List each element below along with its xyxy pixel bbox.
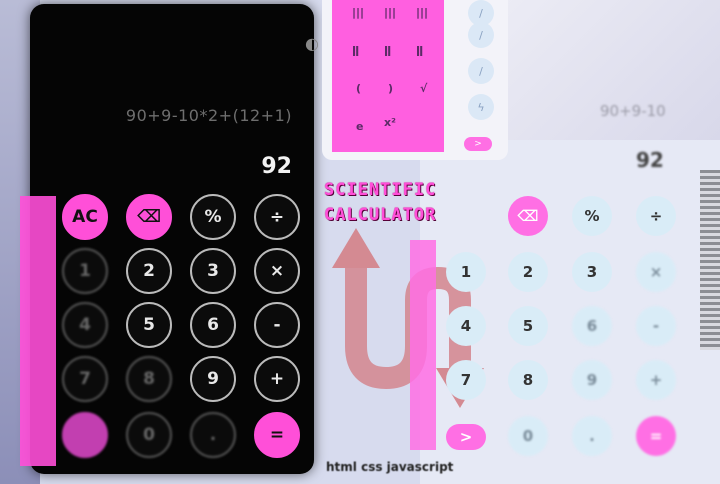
light-key[interactable]: % — [572, 196, 612, 236]
light-key[interactable]: 1 — [446, 252, 486, 292]
sci-circle-button[interactable]: / — [468, 22, 494, 48]
sci-key-blur[interactable]: ||| — [416, 6, 428, 19]
light-pink-bar — [410, 240, 436, 450]
dark-key[interactable]: × — [254, 248, 300, 294]
sci-circle-button[interactable]: / — [468, 58, 494, 84]
light-key[interactable]: ⌫ — [508, 196, 548, 236]
light-key[interactable]: 4 — [446, 306, 486, 346]
sci-key-blur[interactable]: ||| — [352, 6, 364, 19]
footer-caption: html css javascript — [326, 460, 454, 474]
dark-key[interactable]: 8 — [126, 356, 172, 402]
sci-key-blur[interactable]: ǁ — [416, 44, 423, 57]
dark-key[interactable]: 9 — [190, 356, 236, 402]
dark-calculator: ◐ 90+9-10*2+(12+1) 92 AC ⌫% ÷ 1 2 3 × 4 5 6- 7 8 9 +0… — [30, 4, 319, 474]
light-result-display: 92 — [636, 148, 664, 172]
sci-key-open-paren[interactable]: ( — [356, 82, 361, 95]
sci-key-blur[interactable]: ǁ — [352, 44, 359, 57]
light-key[interactable]: 9 — [572, 360, 612, 400]
light-key[interactable]: ÷ — [636, 196, 676, 236]
light-key[interactable]: 0 — [508, 416, 548, 456]
sci-key-square[interactable]: x² — [384, 116, 396, 129]
sci-key-blur[interactable]: ǁ — [384, 44, 391, 57]
theme-toggle-icon[interactable]: ◐ — [305, 34, 319, 53]
light-key[interactable]: > — [446, 424, 486, 450]
light-key[interactable]: 5 — [508, 306, 548, 346]
light-key[interactable]: 7 — [446, 360, 486, 400]
dark-key[interactable]: 7 — [62, 356, 108, 402]
page-title: SCIENTIFIC CALCULATOR — [324, 178, 436, 228]
dark-key[interactable]: . — [190, 412, 236, 458]
pink-accent-bar — [20, 196, 56, 466]
sci-key-e[interactable]: e — [356, 120, 363, 133]
light-key[interactable]: - — [636, 306, 676, 346]
dark-key[interactable]: ÷ — [254, 194, 300, 240]
dark-key[interactable]: 6 — [190, 302, 236, 348]
title-line: CALCULATOR — [324, 205, 437, 225]
light-key[interactable]: . — [572, 416, 612, 456]
light-expression-display: 90+9-10 — [600, 102, 666, 120]
light-key[interactable]: 2 — [508, 252, 548, 292]
dark-key[interactable]: % — [190, 194, 236, 240]
dark-key[interactable]: - — [254, 302, 300, 348]
result-display: 92 — [261, 154, 292, 179]
scientific-panel: ||| ||| ||| ǁ ǁ ǁ ( ) √ e x² / / / ϟ > — [322, 0, 508, 160]
dark-key[interactable]: 3 — [190, 248, 236, 294]
scientific-keypad — [332, 0, 444, 152]
sci-key-close-paren[interactable]: ) — [388, 82, 393, 95]
title-line: SCIENTIFIC — [324, 180, 437, 200]
dark-key[interactable]: ⌫ — [126, 194, 172, 240]
sci-key-blur[interactable]: ||| — [384, 6, 396, 19]
sci-key-sqrt[interactable]: √ — [420, 82, 427, 95]
light-key[interactable]: × — [636, 252, 676, 292]
dark-key[interactable]: 5 — [126, 302, 172, 348]
dark-key[interactable]: 4 — [62, 302, 108, 348]
light-key[interactable]: 3 — [572, 252, 612, 292]
light-key[interactable]: 6 — [572, 306, 612, 346]
light-key[interactable]: + — [636, 360, 676, 400]
expression-display: 90+9-10*2+(12+1) — [125, 106, 292, 125]
dark-key[interactable]: 1 — [62, 248, 108, 294]
dark-key[interactable]: + — [254, 356, 300, 402]
next-button[interactable]: > — [464, 137, 492, 151]
sci-circle-button[interactable]: ϟ — [468, 94, 494, 120]
light-key[interactable]: 8 — [508, 360, 548, 400]
dark-key[interactable]: 2 — [126, 248, 172, 294]
dark-key[interactable] — [62, 412, 108, 458]
light-key[interactable]: = — [636, 416, 676, 456]
dark-key[interactable]: = — [254, 412, 300, 458]
dark-key[interactable]: 0 — [126, 412, 172, 458]
decorative-edge — [700, 170, 720, 350]
dark-key[interactable]: AC — [62, 194, 108, 240]
